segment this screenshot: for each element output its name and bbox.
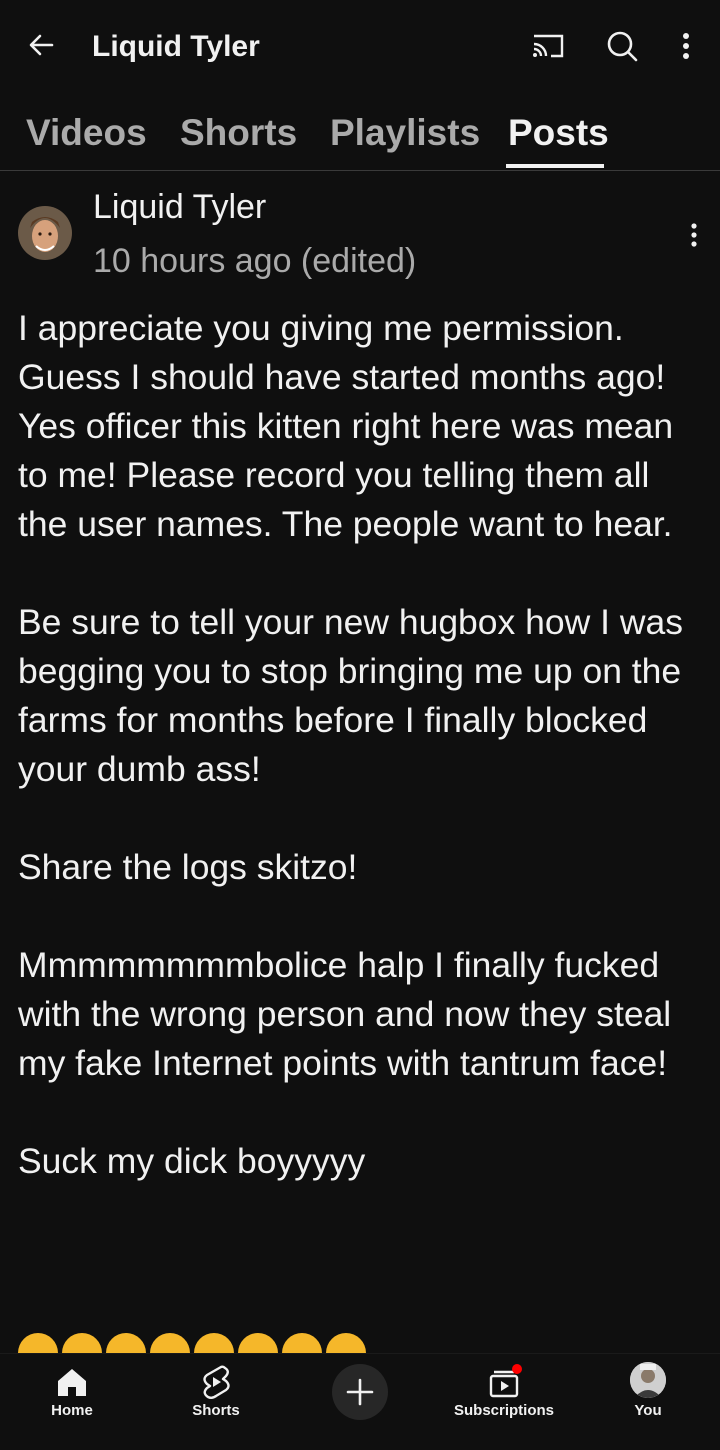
tab-playlists[interactable]: Playlists	[330, 112, 480, 154]
search-icon[interactable]	[600, 24, 644, 68]
emoji-row	[18, 1333, 398, 1353]
post-paragraph: Share the logs skitzo!	[18, 847, 358, 887]
rolling-laughing-emoji-icon	[282, 1333, 322, 1353]
post-paragraph: Suck my dick boyyyyy	[18, 1141, 366, 1181]
channel-title: Liquid Tyler	[92, 30, 260, 63]
nav-home-label: Home	[51, 1402, 93, 1419]
nav-home[interactable]: Home	[12, 1354, 132, 1450]
nav-shorts[interactable]: Shorts	[156, 1354, 276, 1450]
rolling-laughing-emoji-icon	[150, 1333, 190, 1353]
tab-shorts[interactable]: Shorts	[180, 112, 297, 154]
post-author-name[interactable]: Liquid Tyler	[93, 188, 266, 227]
top-app-bar: Liquid Tyler	[0, 0, 720, 100]
post-timestamp: 10 hours ago (edited)	[93, 242, 417, 280]
bottom-navigation: Home Shorts Subscriptions You	[0, 1353, 720, 1450]
active-tab-indicator	[506, 164, 604, 168]
tab-posts[interactable]: Posts	[508, 112, 609, 154]
post-paragraph: Mmmmmmmmbolice halp I finally fucked wit…	[18, 945, 672, 1083]
shorts-icon	[203, 1365, 230, 1399]
nav-you-label: You	[634, 1402, 662, 1419]
rolling-laughing-emoji-icon	[18, 1333, 58, 1353]
nav-subscriptions-label: Subscriptions	[453, 1402, 554, 1419]
avatar	[630, 1362, 666, 1398]
post-paragraph: I appreciate you giving me permission. G…	[18, 308, 674, 544]
more-vertical-icon[interactable]	[664, 24, 708, 68]
post-more-icon[interactable]	[684, 220, 704, 250]
post-paragraph: Be sure to tell your new hugbox how I wa…	[18, 602, 684, 789]
rolling-laughing-emoji-icon	[326, 1333, 366, 1353]
plus-icon	[346, 1378, 374, 1406]
arrow-left-icon[interactable]	[22, 24, 64, 66]
rolling-laughing-emoji-icon	[62, 1333, 102, 1353]
nav-shorts-label: Shorts	[192, 1402, 240, 1419]
rolling-laughing-emoji-icon	[106, 1333, 146, 1353]
rolling-laughing-emoji-icon	[238, 1333, 278, 1353]
notification-dot	[512, 1364, 522, 1374]
nav-subscriptions[interactable]: Subscriptions	[444, 1354, 564, 1450]
channel-tabs: Videos Shorts Playlists Posts	[0, 100, 720, 171]
post-text: I appreciate you giving me permission. G…	[18, 304, 708, 1235]
cast-icon[interactable]	[526, 24, 570, 68]
nav-you[interactable]: You	[588, 1354, 708, 1450]
author-avatar[interactable]	[18, 206, 72, 260]
home-icon	[58, 1369, 86, 1396]
tab-videos[interactable]: Videos	[26, 112, 147, 154]
rolling-laughing-emoji-icon	[194, 1333, 234, 1353]
create-button[interactable]	[332, 1364, 388, 1420]
subscriptions-icon	[489, 1364, 522, 1398]
